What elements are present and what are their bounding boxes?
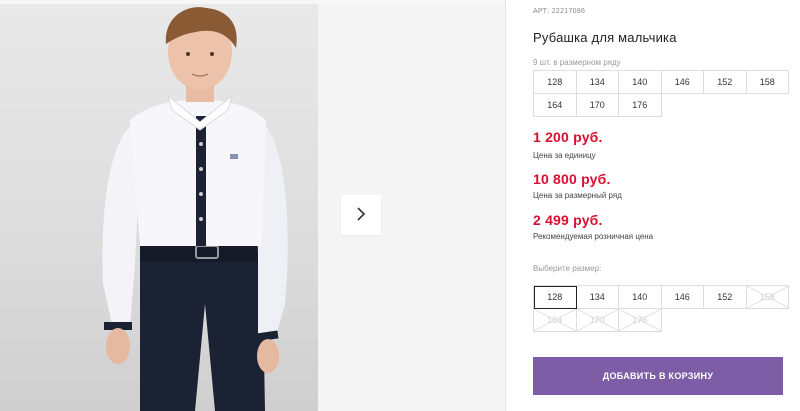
size-option[interactable]: 152 — [704, 286, 747, 309]
product-gallery — [0, 0, 505, 411]
product-photo — [0, 4, 318, 411]
size-option-selected[interactable]: 128 — [534, 286, 577, 309]
chevron-right-icon — [355, 206, 367, 225]
size-option-unavailable: 176 — [619, 309, 662, 332]
size-range-cell: 128 — [534, 71, 577, 94]
size-range-grid: 128 134 140 146 152 158 164 170 176 — [533, 70, 789, 117]
size-option[interactable]: 134 — [576, 286, 619, 309]
size-range-cell: 164 — [534, 94, 577, 117]
unit-price-label: Цена за единицу — [533, 151, 596, 160]
size-range-cell: 134 — [576, 71, 619, 94]
size-option[interactable]: 140 — [619, 286, 662, 309]
gallery-next-button[interactable] — [341, 195, 381, 235]
choose-size-label: Выберите размер: — [533, 264, 602, 273]
range-price: 10 800 руб. — [533, 171, 611, 187]
size-range-cell: 140 — [619, 71, 662, 94]
product-title: Рубашка для мальчика — [533, 30, 677, 45]
size-range-cell: 158 — [746, 71, 789, 94]
size-option-unavailable: 158 — [746, 286, 789, 309]
size-option[interactable]: 146 — [661, 286, 704, 309]
retail-price-label: Рекомендуемая розничная цена — [533, 232, 654, 241]
divider — [505, 0, 506, 411]
retail-price: 2 499 руб. — [533, 212, 603, 228]
size-option-unavailable: 170 — [576, 309, 619, 332]
article-number: АРТ: 22217086 — [533, 8, 586, 15]
size-selector: 128 134 140 146 152 158 164 170 176 — [533, 285, 789, 332]
size-range-cell: 176 — [619, 94, 662, 117]
size-range-note: 9 шт. в размерном ряду — [533, 58, 621, 67]
unit-price: 1 200 руб. — [533, 129, 603, 145]
size-option-unavailable: 164 — [534, 309, 577, 332]
range-price-label: Цена за размерный ряд — [533, 191, 622, 200]
size-range-cell: 170 — [576, 94, 619, 117]
size-range-cell: 152 — [704, 71, 747, 94]
size-range-cell: 146 — [661, 71, 704, 94]
add-to-cart-button[interactable]: ДОБАВИТЬ В КОРЗИНУ — [533, 357, 783, 395]
